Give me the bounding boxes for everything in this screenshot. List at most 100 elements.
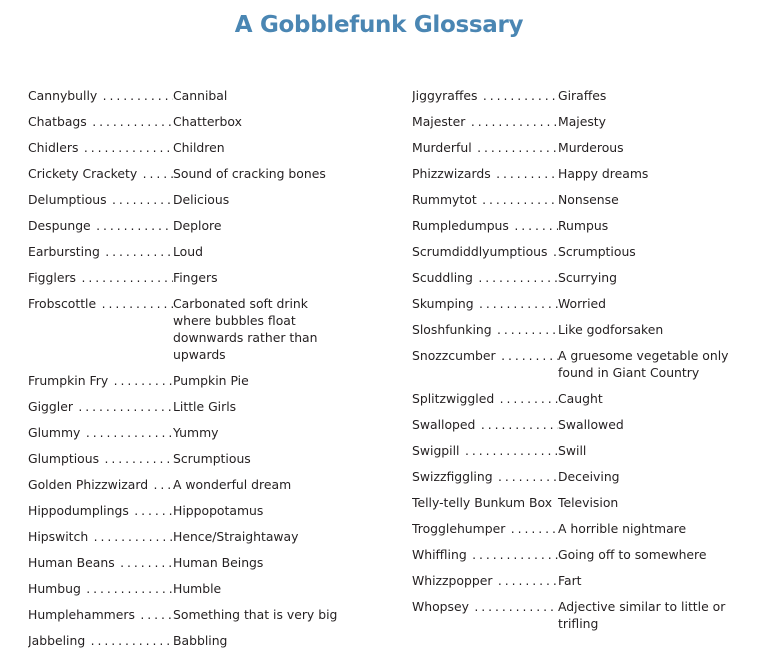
glossary-term: Crickety Crackety — [28, 166, 140, 181]
glossary-term: Swigpill — [412, 443, 462, 458]
glossary-term: Jiggyraffes — [412, 88, 480, 103]
glossary-definition: Swill — [558, 443, 587, 458]
dot-leader: Glummy — [28, 424, 173, 441]
glossary-entry: Swigpill Swill — [412, 442, 730, 459]
glossary-term: Frumpkin Fry — [28, 373, 111, 388]
dot-leader: Cannybully — [28, 87, 173, 104]
glossary-term: Majester — [412, 114, 468, 129]
dot-leader: Whiffling — [412, 546, 558, 563]
glossary-entry: Frumpkin Fry Pumpkin Pie — [28, 372, 343, 389]
dot-leader: Giggler — [28, 398, 173, 415]
glossary-entry: Snozzcumber A gruesome vegetable only fou… — [412, 347, 730, 381]
glossary-term: Delumptious — [28, 192, 109, 207]
glossary-entry: Frobscottle Carbonated soft drink where b… — [28, 295, 343, 363]
dot-leader: Golden Phizzwizard — [28, 476, 173, 493]
dot-leader: Jabbeling — [28, 632, 173, 649]
dot-leader: Whizzpopper — [412, 572, 558, 589]
dot-leader: Majester — [412, 113, 558, 130]
glossary-term: Humbug — [28, 581, 83, 596]
glossary-entry: Scrumdiddlyumptious Scrumptious — [412, 243, 730, 260]
glossary-term: Skumping — [412, 296, 476, 311]
glossary-definition: A wonderful dream — [173, 477, 292, 492]
glossary-definition: Pumpkin Pie — [173, 373, 249, 388]
dot-leader: Frobscottle — [28, 295, 173, 363]
glossary-entry: Golden Phizzwizard A wonderful dream — [28, 476, 343, 493]
dot-leader: Chatbags — [28, 113, 173, 130]
glossary-definition: Cannibal — [173, 88, 228, 103]
glossary-term: Telly-telly Bunkum Box — [412, 495, 555, 510]
glossary-column-left: Cannybully Cannibal Chatbags Chatterbox Chid… — [28, 87, 343, 658]
glossary-term: Figglers — [28, 270, 79, 285]
glossary-entry: Chidlers Children — [28, 139, 343, 156]
dot-leader: Hippodumplings — [28, 502, 173, 519]
glossary-definition: Television — [558, 495, 619, 510]
glossary-entry: Hippodumplings Hippopotamus — [28, 502, 343, 519]
glossary-entry: Despunge Deplore — [28, 217, 343, 234]
dot-leader: Whopsey — [412, 598, 558, 632]
glossary-term: Whizzpopper — [412, 573, 495, 588]
glossary-term: Whiffling — [412, 547, 469, 562]
glossary-entry: Whiffling Going off to somewhere — [412, 546, 730, 563]
glossary-definition: Carbonated soft drink where bubbles floa… — [173, 296, 318, 362]
dot-leader: Snozzcumber — [412, 347, 558, 381]
dot-leader: Swalloped — [412, 416, 558, 433]
glossary-definition: Loud — [173, 244, 203, 259]
glossary-entry: Swalloped Swallowed — [412, 416, 730, 433]
dot-leader: Delumptious — [28, 191, 173, 208]
glossary-term: Cannybully — [28, 88, 100, 103]
glossary-definition: Delicious — [173, 192, 230, 207]
glossary-term: Despunge — [28, 218, 93, 233]
glossary-term: Swalloped — [412, 417, 478, 432]
glossary-entry: Sloshfunking Like godforsaken — [412, 321, 730, 338]
glossary-definition: Rumpus — [558, 218, 609, 233]
glossary-definition: Murderous — [558, 140, 624, 155]
glossary-definition: Caught — [558, 391, 603, 406]
dot-leader: Humplehammers — [28, 606, 173, 623]
dot-leader: Earbursting — [28, 243, 173, 260]
glossary-term: Giggler — [28, 399, 75, 414]
glossary-definition: Humble — [173, 581, 222, 596]
glossary-term: Golden Phizzwizard — [28, 477, 151, 492]
dot-leader: Skumping — [412, 295, 558, 312]
glossary-definition: A gruesome vegetable only found in Giant… — [558, 348, 729, 380]
glossary-term: Frobscottle — [28, 296, 99, 311]
glossary-definition: Going off to somewhere — [558, 547, 707, 562]
dot-leader: Rumpledumpus — [412, 217, 558, 234]
glossary-term: Earbursting — [28, 244, 102, 259]
glossary-term: Rumpledumpus — [412, 218, 511, 233]
glossary-term: Jabbeling — [28, 633, 88, 648]
glossary-term: Glummy — [28, 425, 83, 440]
glossary-entry: Cannybully Cannibal — [28, 87, 343, 104]
dot-leader: Murderful — [412, 139, 558, 156]
glossary-definition: Fingers — [173, 270, 218, 285]
page-title: A Gobblefunk Glossary — [234, 12, 524, 38]
glossary-definition: Like godforsaken — [558, 322, 664, 337]
glossary-term: Hipswitch — [28, 529, 91, 544]
glossary-definition: Scrumptious — [173, 451, 251, 466]
glossary-entry: Glumptious Scrumptious — [28, 450, 343, 467]
glossary-term: Sloshfunking — [412, 322, 494, 337]
dot-leader: Humbug — [28, 580, 173, 597]
glossary-entry: Earbursting Loud — [28, 243, 343, 260]
dot-leader: Splitzwiggled — [412, 390, 558, 407]
glossary-term: Rummytot — [412, 192, 479, 207]
glossary-definition: Majesty — [558, 114, 606, 129]
glossary-entry: Figglers Fingers — [28, 269, 343, 286]
glossary-definition: Human Beings — [173, 555, 264, 570]
glossary-term: Humplehammers — [28, 607, 137, 622]
dot-leader: Phizzwizards — [412, 165, 558, 182]
glossary-entry: Glummy Yummy — [28, 424, 343, 441]
dot-leader: Trogglehumper — [412, 520, 558, 537]
glossary-term: Human Beans — [28, 555, 117, 570]
glossary-entry: Crickety Crackety Sound of cracking bones — [28, 165, 343, 182]
glossary-definition: Sound of cracking bones — [173, 166, 326, 181]
glossary-entry: Phizzwizards Happy dreams — [412, 165, 730, 182]
glossary-definition: Deplore — [173, 218, 222, 233]
glossary-definition: Swallowed — [558, 417, 624, 432]
glossary-entry: Whopsey Adjective similar to little or tr… — [412, 598, 730, 632]
dot-leader: Despunge — [28, 217, 173, 234]
dot-leader: Scrumdiddlyumptious — [412, 243, 558, 260]
glossary-entry: Hipswitch Hence/Straightaway — [28, 528, 343, 545]
glossary-definition: Scrumptious — [558, 244, 636, 259]
glossary-entry: Humplehammers Something that is very big — [28, 606, 343, 623]
